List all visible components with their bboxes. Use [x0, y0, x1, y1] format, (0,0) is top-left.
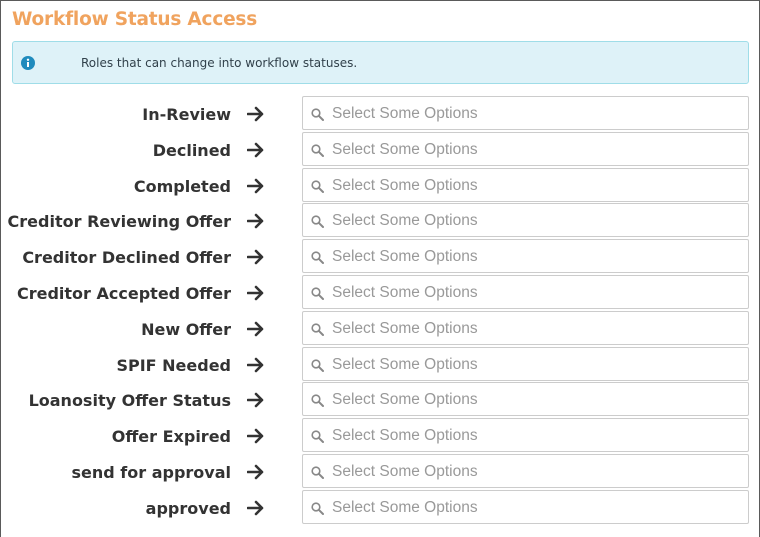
arrow-right-icon	[247, 428, 264, 444]
status-row: Creditor Reviewing Offer Select Some Opti…	[1, 203, 759, 239]
status-label: SPIF Needed	[116, 355, 231, 375]
status-row: approved Select Some Options	[1, 489, 759, 526]
status-label: Creditor Reviewing Offer	[7, 212, 231, 232]
workflow-status-access-panel: Workflow Status Access Roles that can ch…	[0, 0, 760, 537]
role-multiselect[interactable]: Select Some Options	[302, 239, 749, 274]
status-label: approved	[145, 498, 231, 518]
status-label: Completed	[133, 176, 231, 196]
role-multiselect[interactable]: Select Some Options	[302, 274, 749, 309]
status-row: Creditor Declined Offer Select Some Optio…	[1, 239, 759, 275]
status-label: Creditor Declined Offer	[22, 248, 231, 268]
arrow-right-icon	[247, 178, 264, 193]
arrow-right-icon	[247, 214, 264, 229]
status-label: Offer Expired	[111, 427, 231, 447]
search-icon	[311, 466, 324, 479]
status-row: In-Review Select Some Options	[1, 96, 759, 132]
select-placeholder: Select Some Options	[332, 105, 478, 122]
select-placeholder: Select Some Options	[332, 140, 478, 158]
search-icon	[311, 144, 324, 157]
select-placeholder: Select Some Options	[332, 462, 478, 480]
search-icon	[311, 215, 324, 229]
status-label: Creditor Accepted Offer	[16, 283, 231, 303]
search-icon	[311, 251, 324, 265]
arrow-right-icon	[247, 249, 264, 265]
select-placeholder: Select Some Options	[332, 391, 478, 409]
info-circle-icon	[21, 56, 35, 70]
search-icon	[311, 502, 324, 515]
role-multiselect[interactable]: Select Some Options	[302, 418, 749, 453]
status-label: send for approval	[71, 462, 232, 482]
status-row: New Offer Select Some Options	[1, 310, 759, 347]
search-icon	[311, 394, 324, 408]
role-multiselect[interactable]: Select Some Options	[302, 382, 749, 417]
search-icon	[311, 430, 324, 444]
info-alert-text: Roles that can change into workflow stat…	[81, 56, 358, 70]
status-row: Offer Expired Select Some Options	[1, 418, 759, 454]
arrow-right-icon	[247, 500, 264, 516]
search-icon	[311, 179, 324, 193]
role-multiselect[interactable]: Select Some Options	[302, 96, 749, 130]
select-placeholder: Select Some Options	[332, 427, 478, 445]
status-row: Declined Select Some Options	[1, 131, 759, 168]
select-placeholder: Select Some Options	[332, 355, 478, 373]
search-icon	[311, 287, 324, 300]
role-multiselect[interactable]: Select Some Options	[302, 131, 749, 166]
role-multiselect[interactable]: Select Some Options	[302, 310, 749, 345]
search-icon	[311, 358, 324, 372]
role-multiselect[interactable]: Select Some Options	[302, 167, 749, 202]
role-multiselect[interactable]: Select Some Options	[302, 489, 749, 524]
select-placeholder: Select Some Options	[332, 498, 478, 516]
status-row: Creditor Accepted Offer Select Some Optio…	[1, 274, 759, 311]
select-placeholder: Select Some Options	[332, 248, 478, 266]
arrow-right-icon	[247, 357, 264, 372]
arrow-right-icon	[247, 464, 264, 480]
select-placeholder: Select Some Options	[332, 283, 478, 301]
role-multiselect[interactable]: Select Some Options	[302, 453, 749, 488]
info-alert: Roles that can change into workflow stat…	[12, 41, 749, 84]
status-row: Loanosity Offer Status Select Some Option…	[1, 382, 759, 418]
status-label: Declined	[152, 140, 231, 160]
arrow-right-icon	[247, 285, 264, 301]
arrow-right-icon	[247, 393, 264, 408]
arrow-right-icon	[247, 321, 264, 337]
search-icon	[311, 323, 324, 336]
status-label: Loanosity Offer Status	[28, 391, 231, 411]
select-placeholder: Select Some Options	[332, 176, 478, 194]
status-row: SPIF Needed Select Some Options	[1, 346, 759, 383]
select-placeholder: Select Some Options	[332, 319, 478, 337]
status-label: In-Review	[142, 105, 231, 124]
search-icon	[311, 108, 324, 121]
arrow-right-icon	[247, 106, 264, 122]
role-multiselect[interactable]: Select Some Options	[302, 203, 749, 238]
role-multiselect[interactable]: Select Some Options	[302, 346, 749, 381]
status-label: New Offer	[141, 319, 231, 339]
arrow-right-icon	[247, 142, 264, 158]
page-title: Workflow Status Access	[12, 9, 258, 30]
status-row: Completed Select Some Options	[1, 167, 759, 204]
status-row: send for approval Select Some Options	[1, 453, 759, 490]
select-placeholder: Select Some Options	[332, 212, 478, 230]
status-access-list: In-Review Select Some Options Declined Sele…	[1, 96, 759, 526]
